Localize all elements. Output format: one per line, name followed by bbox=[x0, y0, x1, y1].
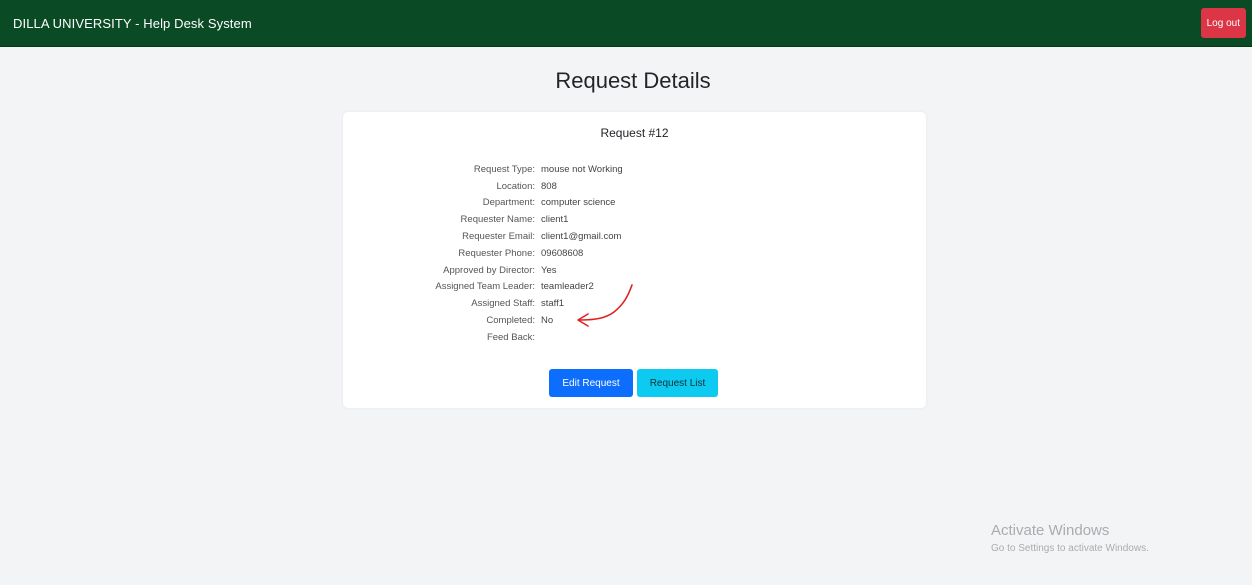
field-request-type: Request Type: mouse not Working bbox=[343, 161, 926, 178]
activate-windows-watermark: Activate Windows Go to Settings to activ… bbox=[991, 522, 1149, 554]
field-label: Request Type: bbox=[473, 163, 535, 175]
watermark-title: Activate Windows bbox=[991, 522, 1110, 539]
field-label: Completed: bbox=[486, 315, 535, 327]
field-value: staff1 bbox=[541, 298, 565, 310]
field-label: Approved by Director: bbox=[443, 264, 535, 276]
field-label: Feed Back: bbox=[486, 331, 535, 343]
field-label: Location: bbox=[496, 180, 535, 192]
field-value: client1@gmail.com bbox=[541, 231, 622, 243]
field-label: Requester Phone: bbox=[458, 247, 535, 259]
field-label: Department: bbox=[482, 197, 535, 209]
watermark-subtitle: Go to Settings to activate Windows. bbox=[991, 543, 1149, 554]
field-value: 808 bbox=[541, 180, 557, 192]
field-location: Location: 808 bbox=[343, 178, 926, 195]
field-value: computer science bbox=[541, 197, 616, 209]
top-navbar: DILLA UNIVERSITY - Help Desk System Log … bbox=[0, 0, 1252, 47]
field-value: 09608608 bbox=[541, 247, 584, 259]
field-requester-email: Requester Email: client1@gmail.com bbox=[343, 228, 926, 245]
action-buttons: Edit Request Request List bbox=[549, 369, 718, 397]
request-title: Request #12 bbox=[600, 126, 669, 140]
page-title: Request Details bbox=[555, 68, 711, 93]
field-label: Assigned Team Leader: bbox=[435, 281, 535, 293]
request-list-button[interactable]: Request List bbox=[637, 369, 718, 397]
field-label: Requester Name: bbox=[460, 214, 535, 226]
field-label: Requester Email: bbox=[462, 231, 535, 243]
field-approved-by-director: Approved by Director: Yes bbox=[343, 262, 926, 279]
field-value: Yes bbox=[541, 264, 557, 276]
request-details-card: Request #12 Request Type: mouse not Work… bbox=[343, 112, 926, 408]
app-brand[interactable]: DILLA UNIVERSITY - Help Desk System bbox=[13, 16, 252, 31]
field-value: client1 bbox=[541, 214, 569, 226]
edit-request-button[interactable]: Edit Request bbox=[549, 369, 633, 397]
field-department: Department: computer science bbox=[343, 195, 926, 212]
field-requester-phone: Requester Phone: 09608608 bbox=[343, 245, 926, 262]
red-arrow-annotation bbox=[577, 284, 633, 327]
field-value: No bbox=[541, 315, 554, 327]
field-label: Assigned Staff: bbox=[471, 298, 535, 310]
logout-button[interactable]: Log out bbox=[1200, 8, 1246, 38]
field-value: mouse not Working bbox=[541, 163, 623, 175]
field-requester-name: Requester Name: client1 bbox=[343, 211, 926, 228]
